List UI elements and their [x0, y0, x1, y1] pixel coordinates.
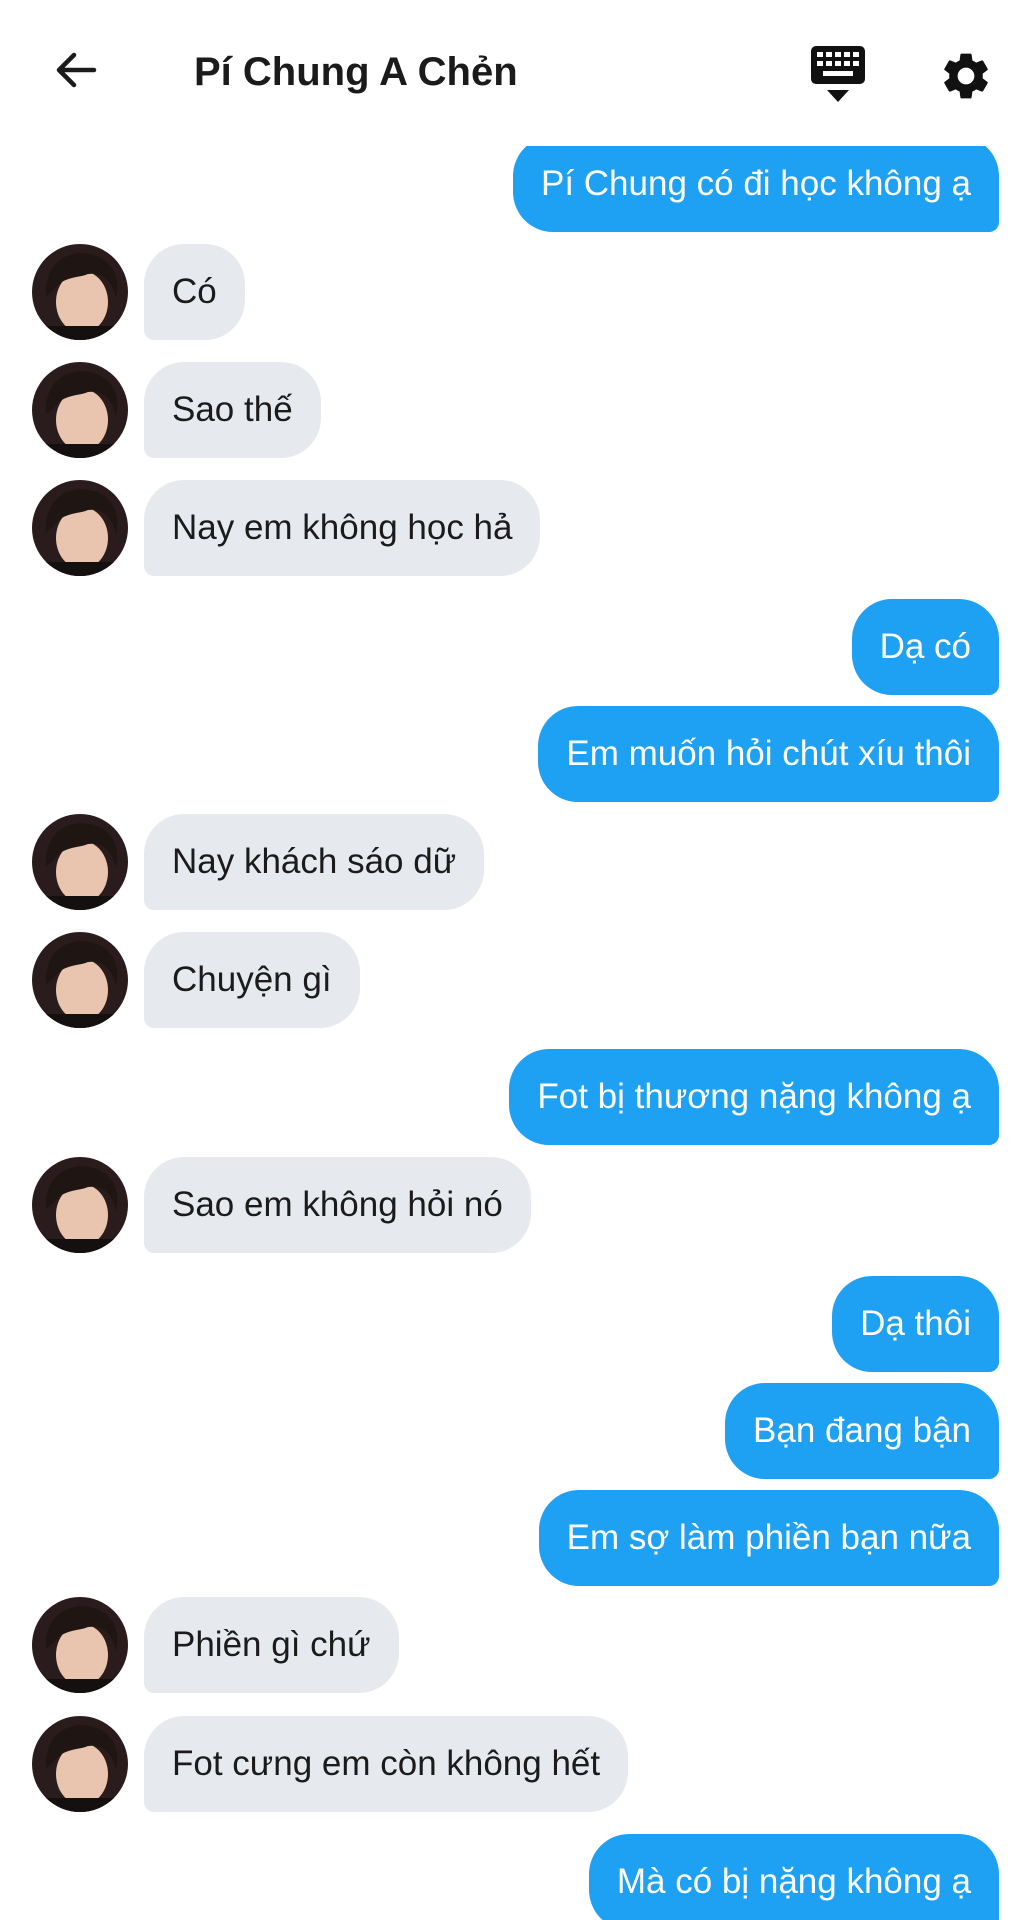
message-bubble[interactable]: Nay khách sáo dữ — [144, 814, 485, 910]
avatar[interactable] — [32, 1597, 128, 1693]
settings-button[interactable] — [930, 42, 1002, 114]
message-bubble[interactable]: Dạ có — [851, 599, 999, 695]
message-sent: Em muốn hỏi chút xíu thôi — [538, 706, 999, 802]
message-sent: Dạ thôi — [832, 1276, 999, 1372]
keyboard-icon — [809, 42, 867, 109]
avatar[interactable] — [32, 362, 128, 458]
message-received: Phiền gì chứ — [32, 1597, 399, 1693]
avatar[interactable] — [32, 1716, 128, 1812]
message-bubble[interactable]: Em sợ làm phiền bạn nữa — [538, 1490, 999, 1586]
avatar[interactable] — [32, 480, 128, 576]
message-sent: Bạn đang bận — [725, 1383, 999, 1479]
message-bubble[interactable]: Em muốn hỏi chút xíu thôi — [538, 706, 999, 802]
keyboard-button[interactable] — [800, 42, 876, 114]
message-bubble[interactable]: Nay em không học hả — [144, 480, 541, 576]
message-received: Fot cưng em còn không hết — [32, 1716, 629, 1812]
message-bubble[interactable]: Sao thế — [144, 362, 321, 458]
message-bubble[interactable]: Sao em không hỏi nó — [144, 1157, 531, 1253]
avatar[interactable] — [32, 244, 128, 340]
message-bubble[interactable]: Có — [144, 244, 245, 340]
message-bubble[interactable]: Chuyện gì — [144, 932, 360, 1028]
message-bubble[interactable]: Pí Chung có đi học không ạ — [512, 136, 999, 232]
message-bubble[interactable]: Dạ thôi — [832, 1276, 999, 1372]
message-sent: Fot bị thương nặng không ạ — [509, 1049, 999, 1145]
message-received: Chuyện gì — [32, 932, 360, 1028]
message-sent: Em sợ làm phiền bạn nữa — [538, 1490, 999, 1586]
message-list[interactable]: Pí Chung có đi học không ạ Có Sao thế Na… — [0, 0, 1031, 1920]
message-received: Sao thế — [32, 362, 321, 458]
message-sent: Mà có bị nặng không ạ — [588, 1834, 999, 1920]
chat-header: Pí Chung A Chẻn — [0, 0, 1031, 146]
message-sent: Dạ có — [851, 599, 999, 695]
message-received: Có — [32, 244, 245, 340]
chat-screen: Pí Chung có đi học không ạ Có Sao thế Na… — [0, 0, 1031, 1920]
page-title: Pí Chung A Chẻn — [194, 50, 518, 94]
message-bubble[interactable]: Fot cưng em còn không hết — [144, 1716, 629, 1812]
message-bubble[interactable]: Mà có bị nặng không ạ — [588, 1834, 999, 1920]
message-bubble[interactable]: Bạn đang bận — [725, 1383, 999, 1479]
message-received: Sao em không hỏi nó — [32, 1157, 531, 1253]
message-sent: Pí Chung có đi học không ạ — [512, 136, 999, 232]
gear-icon — [938, 48, 994, 109]
message-bubble[interactable]: Fot bị thương nặng không ạ — [509, 1049, 999, 1145]
avatar[interactable] — [32, 932, 128, 1028]
avatar[interactable] — [32, 1157, 128, 1253]
avatar[interactable] — [32, 814, 128, 910]
message-received: Nay em không học hả — [32, 480, 541, 576]
message-received: Nay khách sáo dữ — [32, 814, 485, 910]
arrow-left-icon — [50, 44, 102, 101]
back-button[interactable] — [40, 36, 112, 108]
message-bubble[interactable]: Phiền gì chứ — [144, 1597, 399, 1693]
